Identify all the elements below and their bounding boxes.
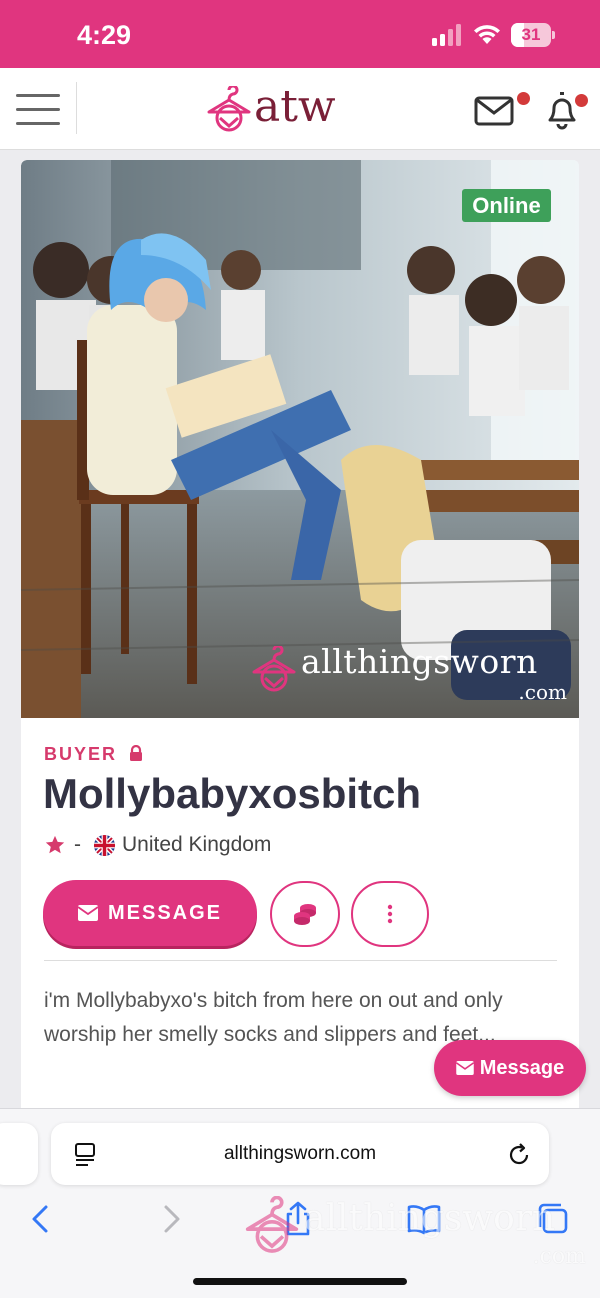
home-indicator[interactable]: [193, 1278, 407, 1285]
url-text: allthingsworn.com: [223, 1143, 377, 1164]
mail-notification-dot: [517, 92, 530, 105]
star-icon: [45, 835, 65, 854]
profile-username: Mollybabyxosbitch: [43, 770, 422, 817]
mail-icon[interactable]: [474, 90, 518, 130]
previous-tab-preview[interactable]: [0, 1123, 38, 1185]
tip-coins-button[interactable]: [270, 881, 340, 947]
role-label: BUYER: [44, 744, 143, 765]
header-divider: [76, 82, 77, 134]
rating-value: -: [74, 833, 81, 856]
watermark-hanger-icon: [245, 1196, 299, 1253]
watermark-hanger-icon: [252, 646, 296, 692]
classroom-illustration: [21, 160, 579, 718]
cellular-signal-icon: [432, 24, 461, 46]
lock-icon: [130, 745, 143, 761]
screenshot-watermark: allthingsworn .com: [244, 1196, 594, 1276]
bell-notification-dot: [575, 94, 588, 107]
hamburger-menu-icon[interactable]: [16, 92, 60, 126]
address-bar[interactable]: allthingsworn.com: [51, 1123, 549, 1185]
image-watermark: allthingsworn .com: [249, 642, 579, 704]
message-button-label: MESSAGE: [107, 901, 223, 924]
envelope-icon: [455, 1061, 474, 1075]
coins-icon: [294, 904, 316, 925]
wifi-icon: [474, 25, 500, 44]
floating-message-button[interactable]: Message: [434, 1040, 586, 1096]
online-status-badge: Online: [462, 189, 551, 222]
back-icon[interactable]: [24, 1201, 60, 1237]
vertical-dots-icon: [387, 904, 393, 924]
status-bar: 4:29 31: [0, 0, 600, 68]
section-divider: [44, 960, 557, 961]
envelope-icon: [77, 905, 98, 921]
logo-text: atw: [254, 81, 336, 132]
floating-message-label: Message: [479, 1056, 565, 1079]
profile-meta: - United Kingdom: [44, 832, 271, 858]
watermark-text: allthingsworn: [304, 1198, 556, 1239]
reload-icon[interactable]: [506, 1142, 532, 1168]
profile-cover-image: Online allthingsworn .com: [21, 160, 579, 718]
clock-time: 4:29: [77, 20, 132, 50]
forward-icon[interactable]: [154, 1201, 190, 1237]
hanger-logo-icon: [207, 86, 251, 132]
site-logo[interactable]: atw: [206, 82, 356, 134]
country-name: United Kingdom: [122, 833, 272, 856]
uk-flag-icon: [93, 834, 116, 856]
battery-icon: 31: [511, 23, 555, 47]
watermark-suffix: .com: [518, 680, 567, 704]
site-header: atw: [0, 68, 600, 150]
battery-percentage: 31: [521, 25, 541, 44]
role-text: BUYER: [44, 744, 118, 764]
more-options-button[interactable]: [351, 881, 429, 947]
watermark-suffix: .com: [532, 1244, 586, 1269]
message-button[interactable]: MESSAGE: [43, 880, 257, 946]
watermark-text: allthingsworn: [301, 642, 538, 681]
profile-card: Online allthingsworn .com BUYER Mollybab…: [21, 160, 579, 1160]
